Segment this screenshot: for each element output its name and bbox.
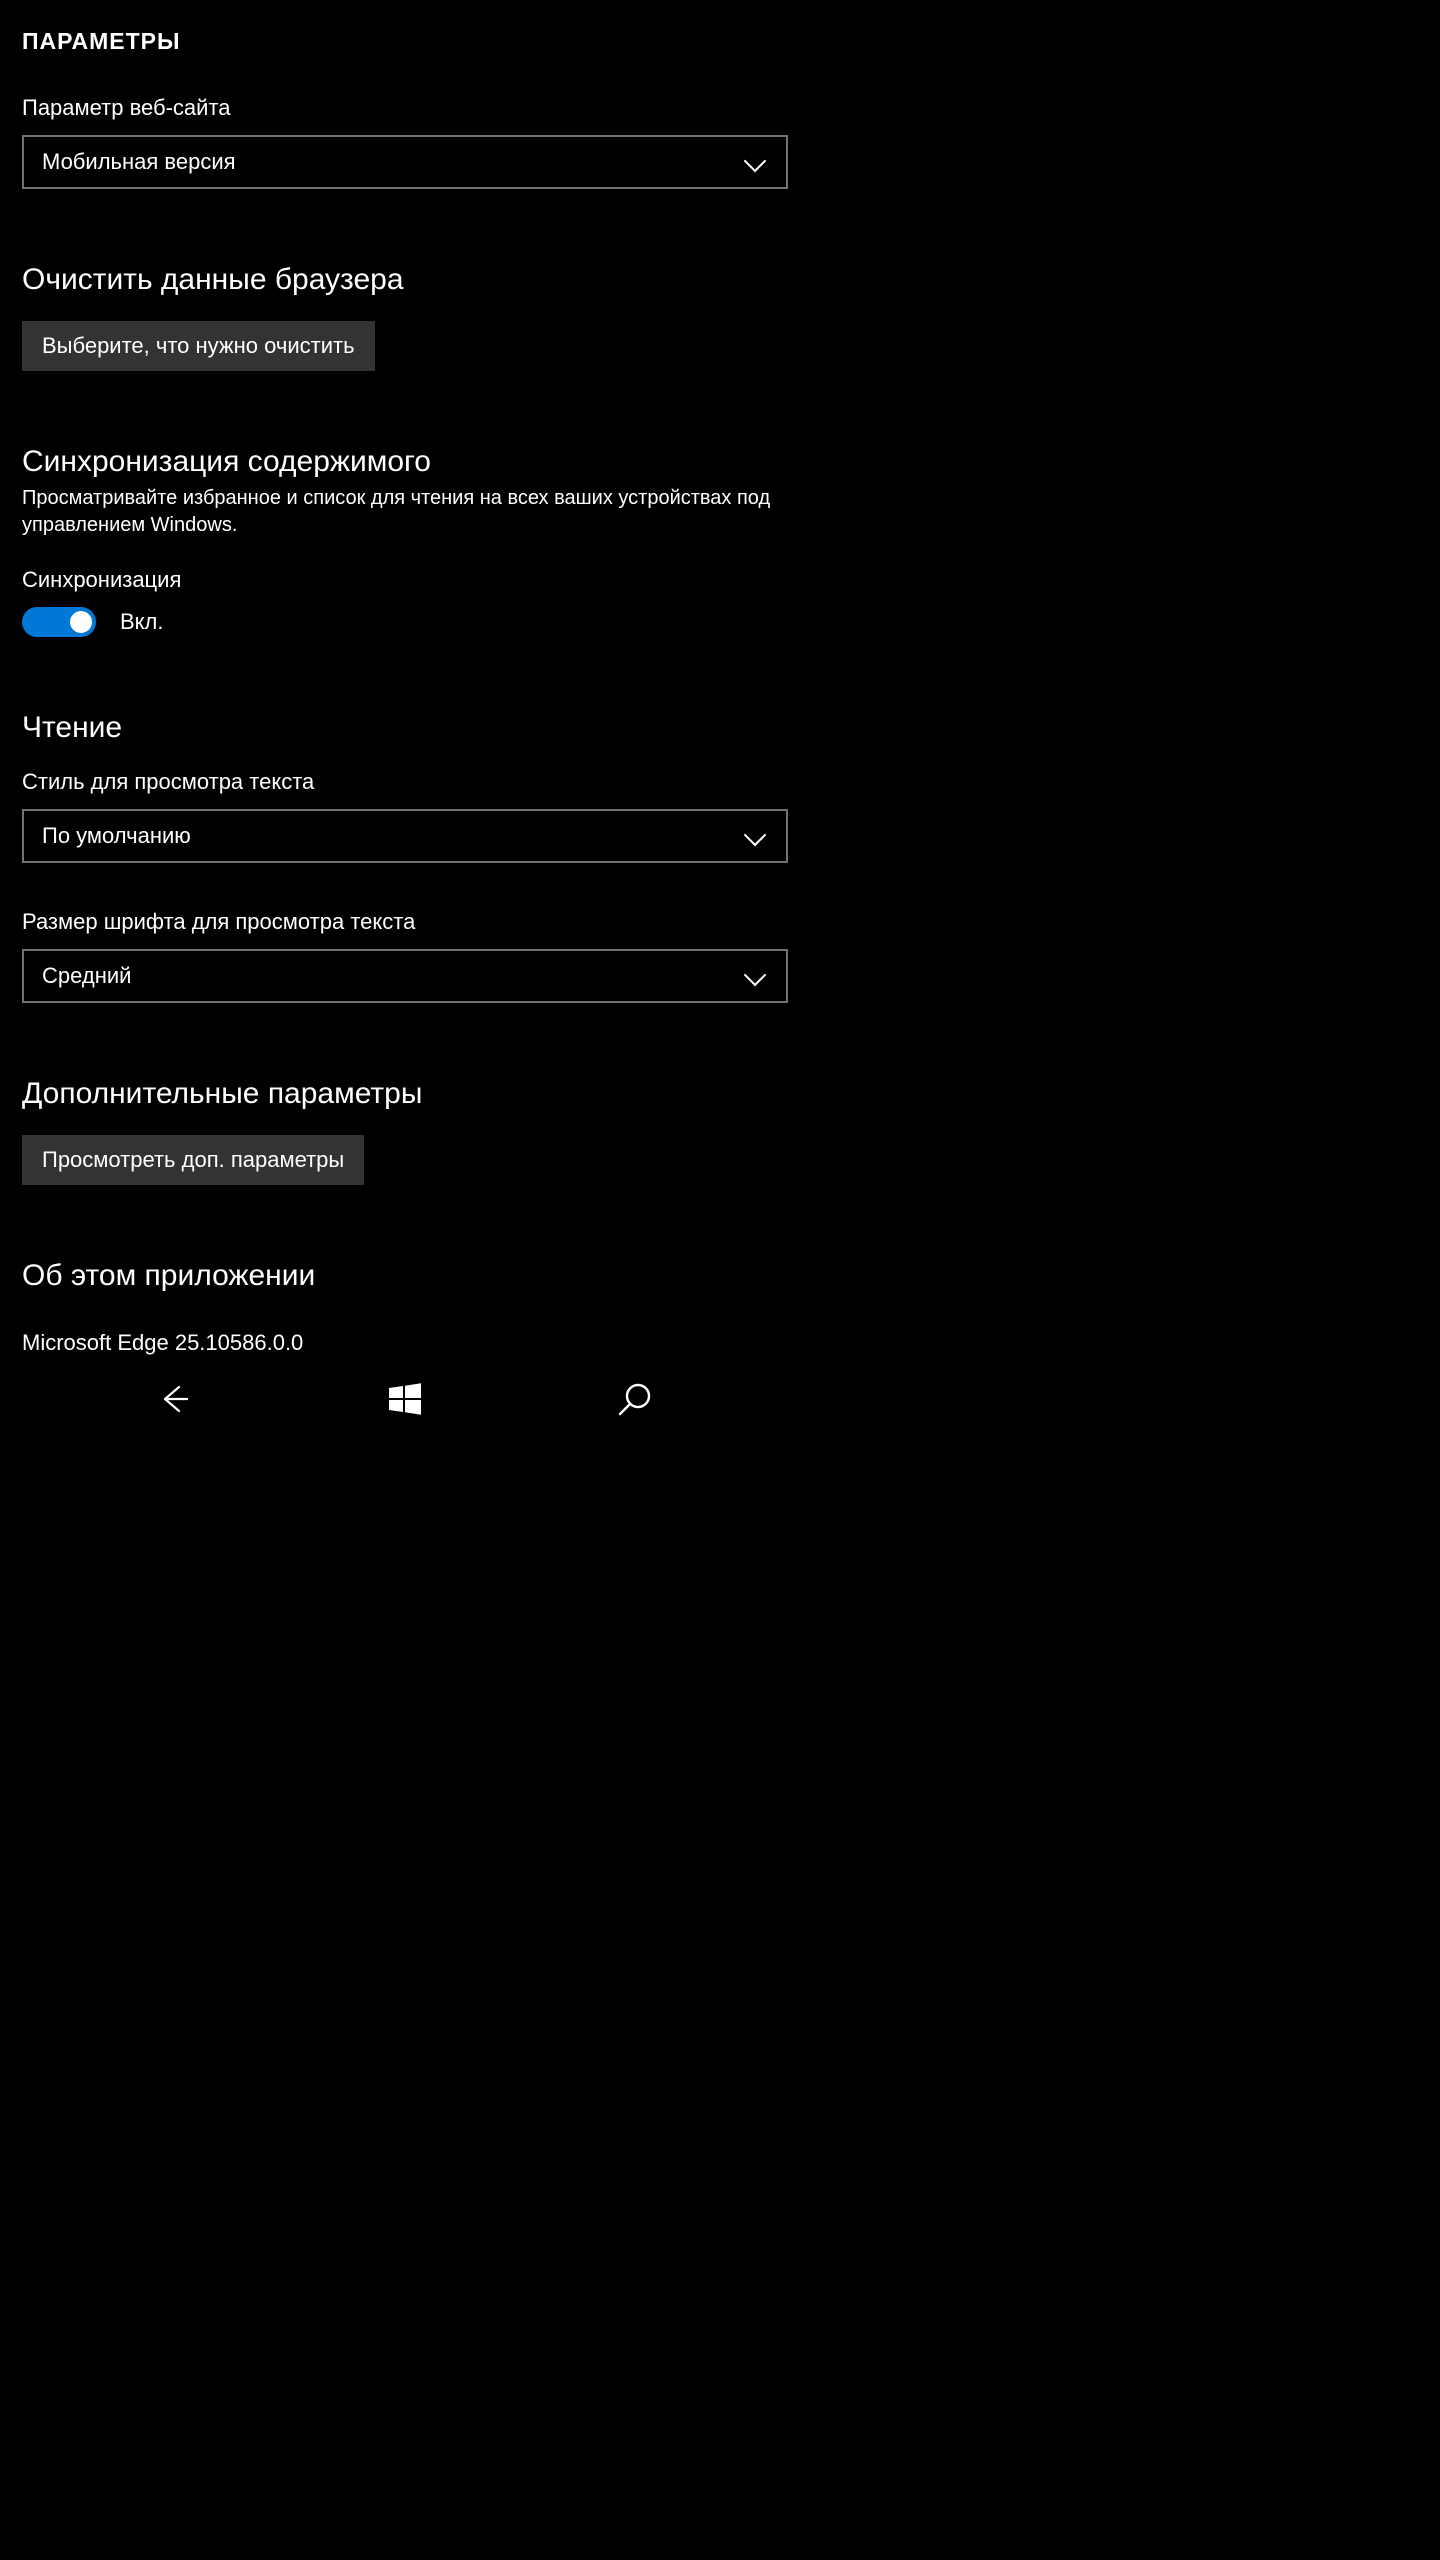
clear-data-heading: Очистить данные браузера (22, 263, 788, 297)
system-navbar (0, 1357, 810, 1440)
start-button[interactable] (375, 1369, 435, 1429)
chevron-down-icon (742, 963, 768, 989)
sync-state-label: Вкл. (120, 609, 164, 635)
toggle-knob (70, 611, 92, 633)
chevron-down-icon (742, 149, 768, 175)
back-button[interactable] (145, 1369, 205, 1429)
reading-font-size-label: Размер шрифта для просмотра текста (22, 909, 788, 935)
view-advanced-settings-button[interactable]: Просмотреть доп. параметры (22, 1135, 364, 1185)
website-pref-value: Мобильная версия (42, 149, 742, 175)
website-pref-dropdown[interactable]: Мобильная версия (22, 135, 788, 189)
page-title: ПАРАМЕТРЫ (22, 0, 788, 95)
windows-logo-icon (388, 1382, 422, 1416)
advanced-heading: Дополнительные параметры (22, 1077, 788, 1111)
settings-content: ПАРАМЕТРЫ Параметр веб-сайта Мобильная в… (0, 0, 810, 1357)
sync-toggle[interactable] (22, 607, 96, 637)
search-button[interactable] (605, 1369, 665, 1429)
back-arrow-icon (157, 1381, 193, 1417)
reading-font-size-value: Средний (42, 963, 742, 989)
reading-style-label: Стиль для просмотра текста (22, 769, 788, 795)
reading-font-size-dropdown[interactable]: Средний (22, 949, 788, 1003)
chevron-down-icon (742, 823, 768, 849)
choose-what-to-clear-button[interactable]: Выберите, что нужно очистить (22, 321, 375, 371)
search-icon (616, 1380, 654, 1418)
reading-heading: Чтение (22, 711, 788, 745)
sync-heading: Синхронизация содержимого (22, 445, 788, 479)
about-edge-version: Microsoft Edge 25.10586.0.0 (22, 1327, 788, 1357)
reading-style-value: По умолчанию (42, 823, 742, 849)
sync-subtext: Просматривайте избранное и список для чт… (22, 485, 788, 539)
about-heading: Об этом приложении (22, 1259, 788, 1293)
reading-style-dropdown[interactable]: По умолчанию (22, 809, 788, 863)
sync-toggle-label: Синхронизация (22, 567, 788, 593)
website-pref-label: Параметр веб-сайта (22, 95, 788, 121)
